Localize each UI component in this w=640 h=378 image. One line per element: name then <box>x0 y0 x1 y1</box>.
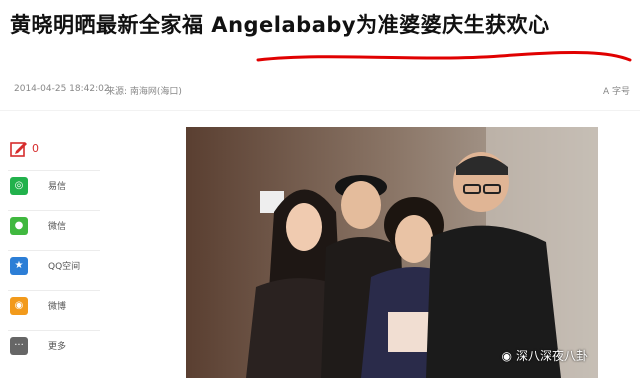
wechat-logo-icon: ◉ <box>501 349 512 363</box>
yixin-icon: ◎ <box>10 177 28 195</box>
weibo-icon: ◉ <box>10 297 28 315</box>
publish-date: 2014-04-25 18:42:02 <box>14 84 110 94</box>
family-photo-illustration <box>186 127 598 378</box>
article-source[interactable]: 来源: 南海网(海口) <box>106 84 182 97</box>
font-size-label: A 字号 <box>602 87 630 97</box>
share-wechat[interactable]: ● 微信 <box>8 210 100 237</box>
share-label: 易信 <box>48 182 67 192</box>
article-meta: 2014-04-25 18:42:02 来源: 南海网(海口) A 字号 <box>14 84 630 98</box>
share-label: 更多 <box>48 342 67 352</box>
divider <box>0 110 640 111</box>
share-yixin[interactable]: ◎ 易信 <box>8 170 100 197</box>
qzone-icon: ★ <box>10 257 28 275</box>
share-label: 微信 <box>48 222 67 232</box>
wechat-icon: ● <box>10 217 28 235</box>
more-icon: ··· <box>10 337 28 355</box>
edit-icon <box>10 142 27 157</box>
article-photo: ◉ 深八深夜八卦 <box>186 127 598 378</box>
source-label: 来源: <box>106 87 128 97</box>
share-label: 微博 <box>48 302 67 312</box>
share-more[interactable]: ··· 更多 <box>8 330 100 357</box>
comment-button[interactable]: 0 <box>8 138 100 160</box>
comment-count: 0 <box>32 142 39 155</box>
font-size-toggle[interactable]: A 字号 <box>603 84 630 97</box>
source-name[interactable]: 南海网(海口) <box>130 87 182 97</box>
share-weibo[interactable]: ◉ 微博 <box>8 290 100 317</box>
watermark-text: 深八深夜八卦 <box>515 349 588 363</box>
share-qzone[interactable]: ★ QQ空间 <box>8 250 100 277</box>
watermark: ◉ 深八深夜八卦 <box>502 347 589 364</box>
headline: 黄晓明晒最新全家福 Angelababy为准婆婆庆生获欢心 <box>10 13 550 37</box>
share-label: QQ空间 <box>48 262 81 272</box>
